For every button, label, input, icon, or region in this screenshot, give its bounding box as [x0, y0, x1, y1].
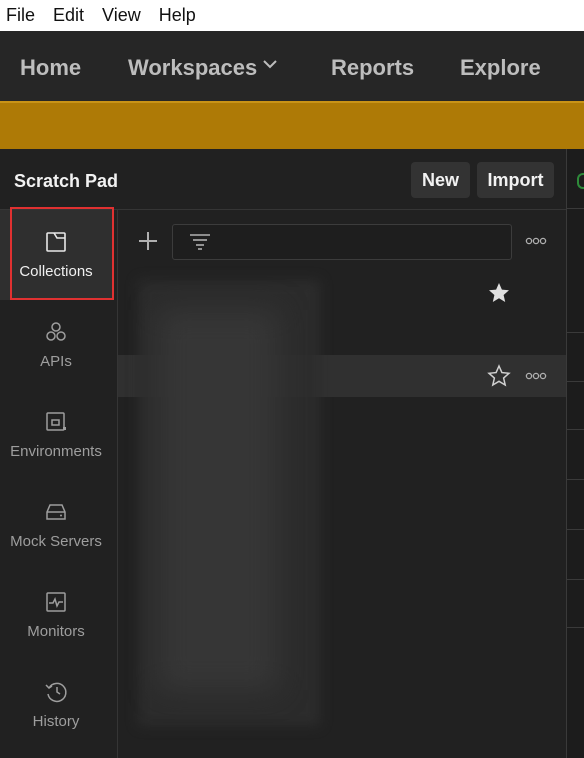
new-button[interactable]: New [411, 162, 470, 198]
sidebar-item-monitors[interactable]: Monitors [0, 570, 112, 660]
sidebar-item-label: History [32, 713, 80, 730]
star-outline-icon[interactable] [487, 364, 511, 388]
nav-reports[interactable]: Reports [331, 55, 414, 81]
history-icon [45, 682, 67, 703]
monitor-icon [46, 592, 66, 612]
environments-icon [46, 412, 66, 431]
filter-icon [190, 234, 210, 250]
nav-workspaces[interactable]: Workspaces [128, 55, 257, 81]
status-indicator-icon [577, 173, 584, 189]
workspace-title: Scratch Pad [14, 171, 119, 191]
filter-input[interactable] [172, 224, 512, 260]
more-options-icon[interactable] [525, 237, 547, 245]
workspace-header: Scratch Pad New Import [0, 149, 566, 210]
nav-explore[interactable]: Explore [460, 55, 541, 81]
sidebar-item-label: Environments [10, 443, 102, 460]
menu-help[interactable]: Help [159, 5, 196, 26]
right-panel-edge [566, 149, 584, 758]
selection-highlight [10, 207, 114, 300]
notification-banner [0, 101, 584, 149]
menu-edit[interactable]: Edit [53, 5, 84, 26]
menu-view[interactable]: View [102, 5, 141, 26]
sidebar-item-label: Monitors [27, 623, 85, 640]
nav-home[interactable]: Home [20, 55, 81, 81]
sidebar-item-environments[interactable]: Environments [0, 390, 112, 480]
plus-icon[interactable] [138, 231, 158, 251]
top-nav: Home Workspaces Reports Explore [0, 31, 584, 101]
mock-server-icon [46, 504, 66, 520]
chevron-down-icon[interactable] [262, 58, 278, 70]
apis-icon [46, 322, 66, 341]
import-button[interactable]: Import [477, 162, 554, 198]
menu-file[interactable]: File [6, 5, 35, 26]
star-filled-icon[interactable] [487, 281, 511, 305]
sidebar-item-label: APIs [40, 353, 72, 370]
sidebar-item-apis[interactable]: APIs [0, 300, 112, 390]
redacted-collection-list-overlay [158, 310, 278, 690]
menu-bar: File Edit View Help [0, 0, 584, 31]
more-options-icon[interactable] [525, 372, 547, 380]
sidebar-item-label: Mock Servers [10, 533, 102, 550]
sidebar-item-mock-servers[interactable]: Mock Servers [0, 480, 112, 570]
collections-pane [118, 210, 566, 758]
sidebar-item-history[interactable]: History [0, 660, 112, 750]
